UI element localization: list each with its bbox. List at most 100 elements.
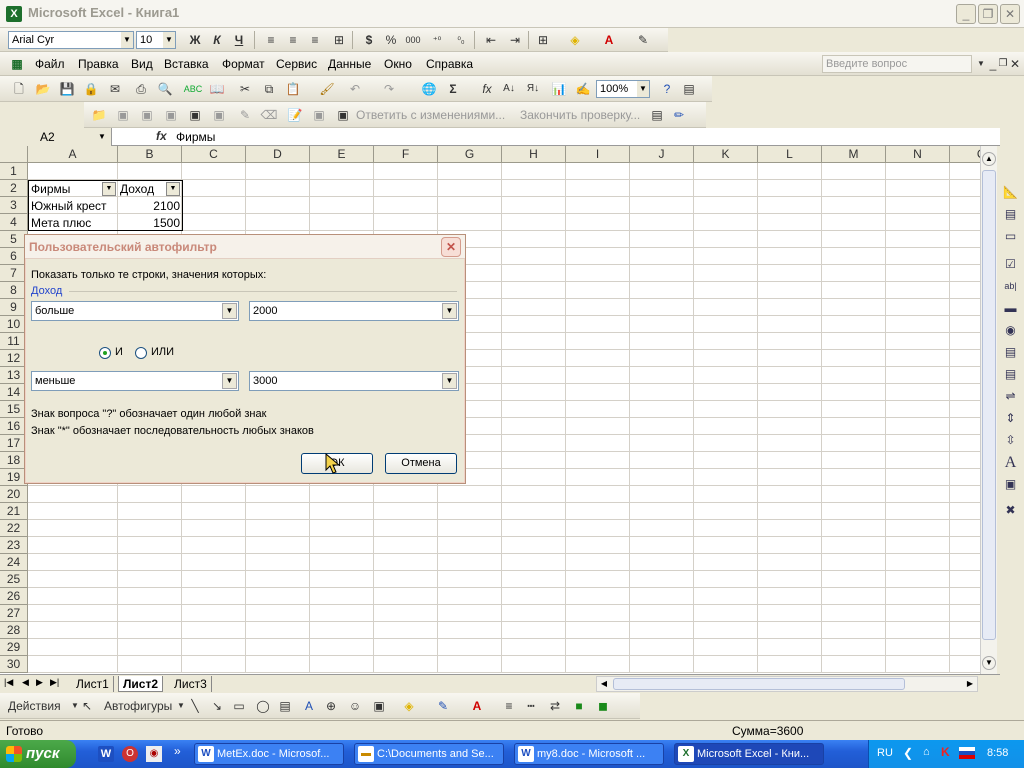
row-header-1[interactable]: 1: [0, 163, 28, 180]
textbox-control-icon[interactable]: ab|: [1001, 277, 1020, 296]
properties-icon[interactable]: ▤: [1001, 205, 1020, 224]
line-color-icon[interactable]: ✎: [432, 695, 454, 717]
menu-insert[interactable]: Вставка: [164, 57, 209, 71]
column-header-n[interactable]: N: [886, 146, 950, 163]
label-control-icon[interactable]: A: [1001, 453, 1020, 472]
3d-icon[interactable]: ◼: [592, 695, 614, 717]
close-icon[interactable]: ✕: [441, 237, 461, 257]
word-quicklaunch-icon[interactable]: W: [98, 746, 114, 762]
print-preview-icon[interactable]: 🔍: [154, 78, 176, 100]
next-sheet-icon[interactable]: ▶: [36, 677, 43, 688]
menu-edit[interactable]: Правка: [78, 57, 119, 71]
cell-b4[interactable]: 1500: [118, 215, 182, 232]
new-comment-icon[interactable]: ▣: [112, 104, 134, 126]
align-left-icon[interactable]: ≡: [260, 29, 282, 51]
fill-color-icon[interactable]: ◈: [564, 29, 586, 51]
column-header-l[interactable]: L: [758, 146, 822, 163]
option-button-icon[interactable]: ◉: [1001, 321, 1020, 340]
eraser-icon[interactable]: ⌫: [258, 104, 280, 126]
row-header-20[interactable]: 20: [0, 486, 28, 503]
arrow-style-icon[interactable]: ⇄: [544, 695, 566, 717]
column-header-j[interactable]: J: [630, 146, 694, 163]
arrow-icon[interactable]: ↘: [206, 695, 228, 717]
rectangle-icon[interactable]: ▭: [228, 695, 250, 717]
column-header-c[interactable]: C: [182, 146, 246, 163]
cell-a3[interactable]: Южный крест: [29, 198, 118, 215]
zoom-select[interactable]: 100% ▼: [596, 80, 650, 98]
prev-sheet-icon[interactable]: ◀: [22, 677, 29, 688]
row-header-28[interactable]: 28: [0, 622, 28, 639]
track-changes-icon[interactable]: 📝: [284, 104, 306, 126]
condition1-operator-select[interactable]: больше ▼: [31, 301, 239, 321]
first-sheet-icon[interactable]: |◀: [4, 677, 13, 688]
doc-close-icon[interactable]: ✕: [1004, 53, 1024, 75]
options-icon[interactable]: ▤: [678, 78, 700, 100]
last-sheet-icon[interactable]: ▶|: [50, 677, 59, 688]
checkbox-control-icon[interactable]: ☑: [1001, 255, 1020, 274]
column-header-k[interactable]: K: [694, 146, 758, 163]
ask-question-input[interactable]: Введите вопрос: [822, 55, 972, 73]
borders-icon[interactable]: ⊞: [532, 29, 554, 51]
increase-indent-icon[interactable]: ⇥: [504, 29, 526, 51]
view-code-icon[interactable]: ▭: [1001, 227, 1020, 246]
chart-wizard-icon[interactable]: 📊: [548, 78, 570, 100]
menu-tools[interactable]: Сервис: [276, 57, 317, 71]
spelling-icon[interactable]: ABC: [182, 78, 204, 100]
menu-help[interactable]: Справка: [426, 57, 473, 71]
cell-b3[interactable]: 2100: [118, 198, 182, 215]
fx-button[interactable]: fx: [156, 129, 167, 143]
opera-quicklaunch-icon[interactable]: O: [122, 746, 138, 762]
underline-button[interactable]: Ч: [228, 29, 250, 51]
scroll-right-icon[interactable]: ▶: [963, 677, 977, 691]
decrease-indent-icon[interactable]: ⇤: [480, 29, 502, 51]
toggle-button-icon[interactable]: ⇌: [1001, 387, 1020, 406]
excel-app-icon[interactable]: X: [6, 6, 22, 22]
decrease-decimal-icon[interactable]: ⁰₀: [450, 29, 472, 51]
tab-sheet1[interactable]: Лист1: [72, 676, 114, 692]
menu-window[interactable]: Окно: [384, 57, 412, 71]
vertical-scrollbar[interactable]: ▲ ▼: [980, 146, 997, 674]
italic-button[interactable]: К: [206, 29, 228, 51]
percent-button[interactable]: %: [380, 29, 402, 51]
highlight-icon[interactable]: ✏: [668, 104, 690, 126]
dialog-title-bar[interactable]: Пользовательский автофильтр ✕: [25, 235, 465, 259]
row-header-3[interactable]: 3: [0, 197, 28, 214]
email-icon[interactable]: ✉: [104, 78, 126, 100]
line-style-icon[interactable]: ≡: [498, 695, 520, 717]
or-radio[interactable]: [135, 347, 147, 359]
row-header-21[interactable]: 21: [0, 503, 28, 520]
open-icon[interactable]: 📂: [32, 78, 54, 100]
scroll-up-icon[interactable]: ▲: [982, 152, 996, 166]
row-header-26[interactable]: 26: [0, 588, 28, 605]
help-icon[interactable]: ?: [656, 78, 678, 100]
russian-flag-icon[interactable]: [959, 747, 975, 759]
sort-asc-icon[interactable]: A↓: [498, 78, 520, 100]
column-header-e[interactable]: E: [310, 146, 374, 163]
font-name-select[interactable]: Arial Cyr ▼: [8, 31, 134, 49]
combobox-control-icon[interactable]: ▤: [1001, 365, 1020, 384]
network-icon[interactable]: ⌂: [923, 746, 930, 758]
condition2-operator-select[interactable]: меньше ▼: [31, 371, 239, 391]
antivirus-icon[interactable]: K: [941, 745, 950, 759]
start-button[interactable]: пуск: [0, 740, 76, 768]
row-header-29[interactable]: 29: [0, 639, 28, 656]
excel-doc-icon[interactable]: ▦: [6, 53, 28, 75]
wordart-icon[interactable]: A: [298, 695, 320, 717]
currency-button[interactable]: $: [358, 29, 380, 51]
task-excel[interactable]: X Microsoft Excel - Кни...: [674, 743, 824, 765]
merge-center-icon[interactable]: ⊞: [328, 29, 350, 51]
autofilter-dropdown-a-icon[interactable]: ▼: [102, 182, 116, 196]
media-quicklaunch-icon[interactable]: ◉: [146, 746, 162, 762]
picture-icon[interactable]: ▣: [368, 695, 390, 717]
row-header-4[interactable]: 4: [0, 214, 28, 231]
scrollbar-control-icon[interactable]: ⇳: [1001, 431, 1020, 450]
thousands-button[interactable]: 000: [402, 29, 424, 51]
horizontal-scroll-thumb[interactable]: [613, 678, 905, 690]
scroll-thumb[interactable]: [982, 170, 996, 640]
show-comment-icon[interactable]: ▣: [184, 104, 206, 126]
column-header-i[interactable]: I: [566, 146, 630, 163]
ink-icon[interactable]: ✎: [234, 104, 256, 126]
font-color-icon[interactable]: A: [598, 29, 620, 51]
reply-with-changes-button[interactable]: Ответить с изменениями...: [356, 104, 505, 126]
formula-input[interactable]: Фирмы: [176, 130, 215, 144]
